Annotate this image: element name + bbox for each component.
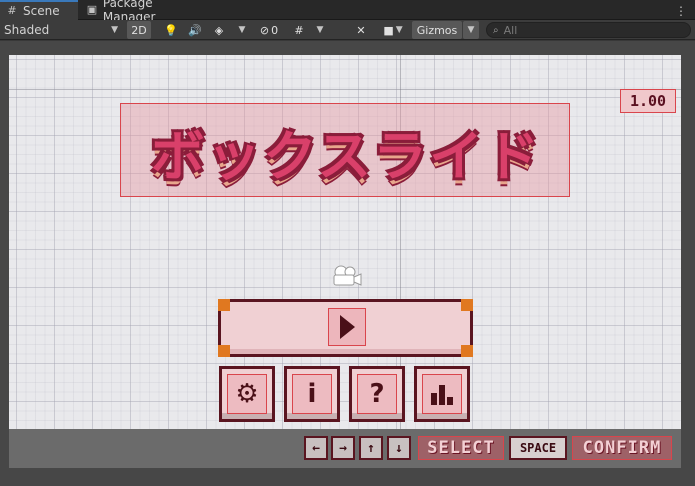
grid-icon[interactable]: # [290,21,308,39]
kebab-menu-icon[interactable]: ⋮ [675,4,687,18]
camera-icon: ■ [383,23,394,37]
play-icon [328,308,366,346]
chevron-down-icon: ▼ [111,25,118,35]
scene-view[interactable]: ボックスライド 1.00 ⚙ i ? ← → ↑ ↓ SELECT SPACE … [0,41,695,486]
key-right: → [331,436,355,460]
audio-icon[interactable]: 🔊 [186,21,204,39]
select-hint-label: SELECT [418,436,504,460]
key-space: SPACE [509,436,567,460]
eye-hidden-icon: ⊘ [259,23,270,37]
scene-toolbar: Shaded ▼ 2D 💡 🔊 ◈ ▼ ⊘ 0 # ▼ ✕ ■ ▼ Gizmos… [0,20,695,40]
info-button[interactable]: i [284,366,340,422]
bar-chart-svg [431,385,453,405]
camera-dropdown[interactable]: ■ ▼ [378,21,408,39]
key-left: ← [304,436,328,460]
camera-gizmo-icon[interactable] [330,264,362,288]
corner-accent [461,345,473,357]
stats-button[interactable] [414,366,470,422]
package-icon: ▣ [86,3,98,16]
hidden-count: 0 [271,23,279,37]
chevron-down-icon: ▼ [395,25,403,35]
info-icon: i [292,374,332,414]
tab-bar: # Scene ▣ Package Manager ⋮ [0,0,695,24]
title-logo[interactable]: ボックスライド [120,103,570,197]
bar-chart-icon [422,374,462,414]
tab-package-manager[interactable]: ▣ Package Manager [80,0,214,24]
search-placeholder: All [503,23,518,37]
key-up: ↑ [359,436,383,460]
tools-icon[interactable]: ✕ [352,21,370,39]
tab-scene[interactable]: # Scene [0,0,78,20]
version-badge: 1.00 [620,89,676,113]
confirm-hint-label: CONFIRM [572,436,672,460]
effects-dropdown[interactable]: ▼ [234,21,250,39]
unity-editor: # Scene ▣ Package Manager ⋮ Shaded ▼ 2D … [0,0,695,486]
toggle-2d-button[interactable]: 2D [127,21,151,39]
corner-accent [218,299,230,311]
hidden-objects-toggle[interactable]: ⊘ 0 [255,21,283,39]
scene-search-input[interactable]: ⌕ All [486,22,691,38]
gizmos-button[interactable]: Gizmos [412,21,462,39]
effects-icon[interactable]: ◈ [210,21,228,39]
canvas-guide-horizontal [9,89,681,90]
corner-accent [461,299,473,311]
play-button[interactable] [218,299,473,357]
chevron-down-icon: ▼ [316,25,324,35]
question-icon: ? [357,374,397,414]
title-text: ボックスライド [150,124,542,188]
help-button[interactable]: ? [349,366,405,422]
hash-icon: # [7,4,17,17]
search-icon: ⌕ [493,24,499,36]
toggle-2d-label: 2D [131,23,147,37]
corner-accent [218,345,230,357]
chevron-down-icon: ▼ [238,25,246,35]
gizmos-label: Gizmos [416,23,458,37]
key-down: ↓ [387,436,411,460]
gizmos-dropdown[interactable]: ▼ [463,21,479,39]
shading-mode-label: Shaded [4,23,50,37]
chevron-down-icon: ▼ [467,25,475,35]
grid-dropdown[interactable]: ▼ [312,21,328,39]
shading-mode-dropdown[interactable]: Shaded ▼ [4,20,118,40]
lighting-icon[interactable]: 💡 [162,21,180,39]
gear-icon: ⚙ [227,374,267,414]
tab-scene-label: Scene [23,4,60,18]
settings-button[interactable]: ⚙ [219,366,275,422]
